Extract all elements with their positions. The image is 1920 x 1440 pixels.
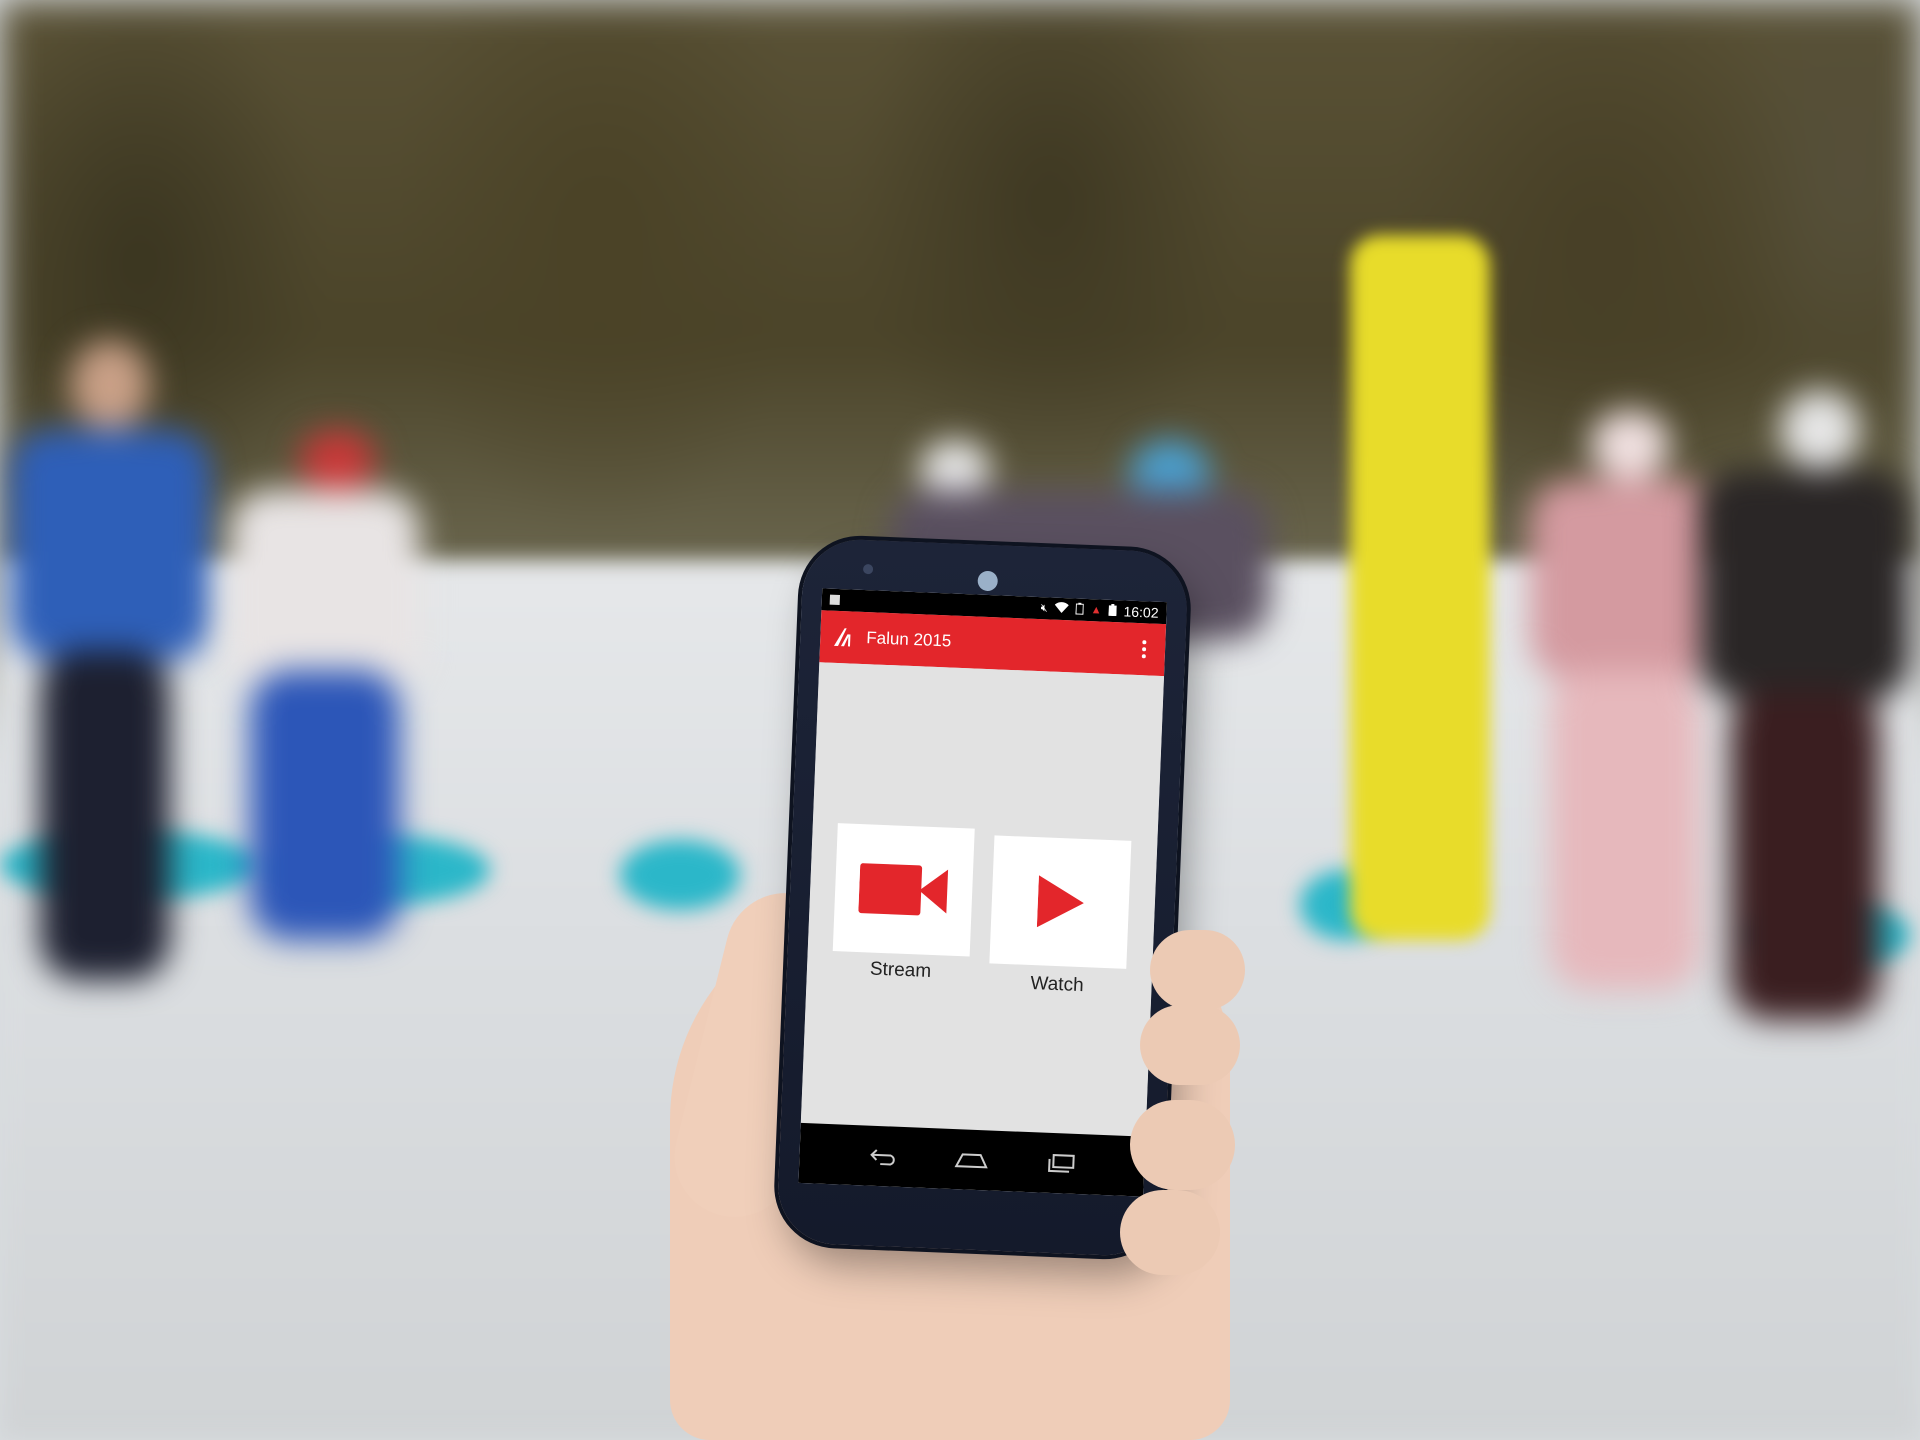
front-camera [977,570,999,592]
battery-icon [1108,603,1117,618]
finger [1140,1005,1240,1085]
main-content: Stream Watch [800,662,1165,1137]
overflow-menu-icon[interactable] [1135,637,1154,662]
yellow-banner [1350,235,1490,940]
proximity-sensor [862,563,874,575]
play-icon [1036,875,1084,928]
finger [1150,930,1245,1010]
back-icon[interactable] [863,1140,904,1172]
skier [0,330,220,1030]
course-marker [620,840,740,910]
wifi-icon [1054,602,1069,617]
skier [1690,380,1920,1060]
alert-icon: ▲ [1090,603,1102,617]
app-logo-icon [833,628,851,647]
phone-screen: 🔇︎ ▲ 16:02 Falun 2015 Stream Watch [798,588,1168,1197]
home-icon[interactable] [951,1144,992,1176]
watch-label: Watch [1030,973,1085,997]
stream-button[interactable] [832,823,975,957]
video-camera-icon [857,863,948,916]
watch-button[interactable] [989,835,1132,969]
mute-icon: 🔇︎ [1040,601,1048,614]
recents-icon[interactable] [1040,1148,1081,1180]
finger [1130,1100,1235,1190]
skier [210,420,430,980]
navigation-bar [798,1122,1146,1197]
status-icons: 🔇︎ ▲ 16:02 [1040,600,1159,621]
status-time: 16:02 [1123,603,1159,621]
app-title: Falun 2015 [865,628,952,651]
finger [1120,1190,1220,1275]
smartphone: 🔇︎ ▲ 16:02 Falun 2015 Stream Watch [776,537,1189,1258]
notification-icon [829,594,841,606]
battery-saver-icon [1075,602,1084,617]
stream-label: Stream [869,958,932,982]
